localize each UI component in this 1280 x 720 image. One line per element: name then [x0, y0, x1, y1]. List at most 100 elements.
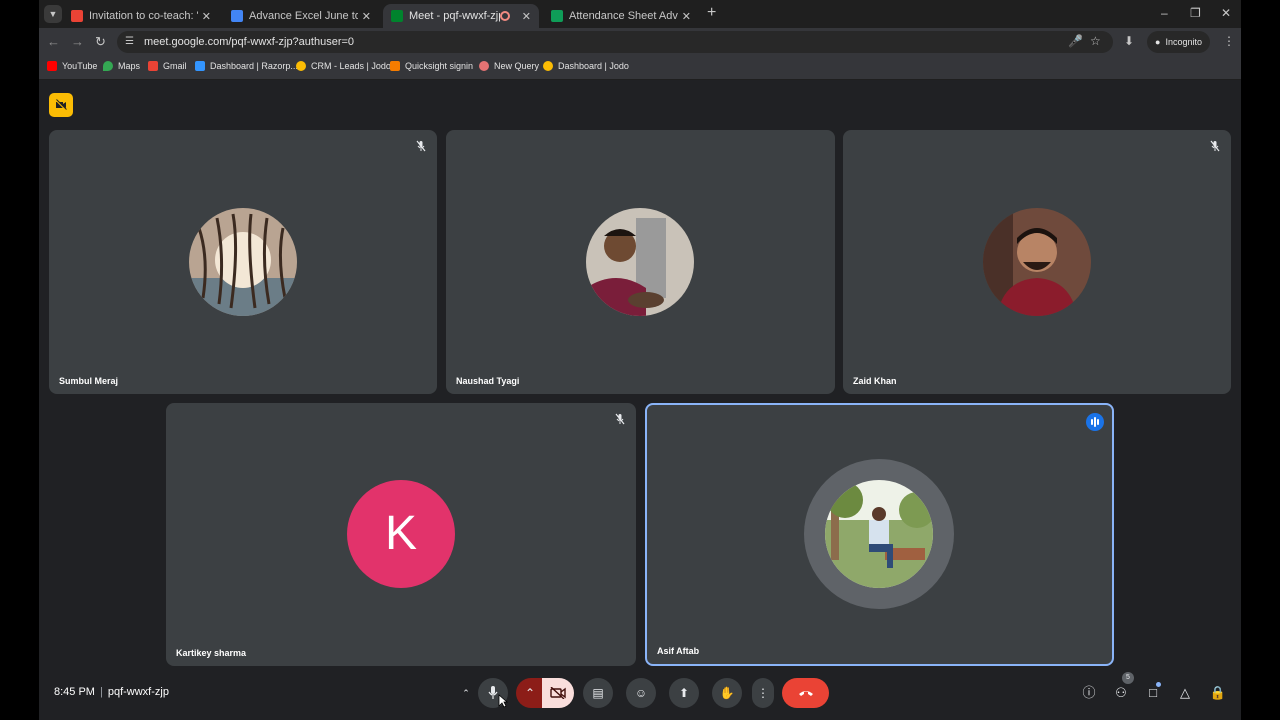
jodo-icon: [296, 61, 306, 71]
tab-invitation[interactable]: Invitation to co-teach: "Advance ✕: [63, 4, 219, 28]
bookmark-youtube[interactable]: YouTube: [47, 61, 97, 71]
window-close-icon[interactable]: ✕: [1221, 6, 1231, 20]
camera-off-icon: [550, 686, 566, 700]
url-text[interactable]: meet.google.com/pqf-wwxf-zjp?authuser=0: [144, 36, 354, 48]
mic-off-icon: [416, 140, 426, 152]
participant-tile[interactable]: Naushad Tyagi: [446, 130, 835, 394]
bookmark-dashboard-jodo[interactable]: Dashboard | Jodo: [543, 61, 629, 71]
video-options-chevron-icon[interactable]: ⌃: [516, 678, 544, 708]
close-icon[interactable]: ✕: [202, 10, 211, 23]
classroom-icon: [231, 10, 243, 22]
host-controls-icon: 🔒: [1209, 685, 1227, 700]
gmail-icon: [71, 10, 83, 22]
more-icon: ⋮: [757, 686, 769, 700]
participant-name: Naushad Tyagi: [456, 376, 520, 386]
gmail-icon: [148, 61, 158, 71]
incognito-label: Incognito: [1165, 37, 1202, 47]
tab-title: Meet - pqf-wwxf-zjp: [409, 10, 500, 22]
reactions-button[interactable]: ☺: [626, 678, 656, 708]
meeting-info: 8:45 PM | pqf-wwxf-zjp: [54, 686, 169, 698]
more-options-button[interactable]: ⋮: [752, 678, 774, 708]
new-tab-button[interactable]: +: [707, 5, 716, 21]
menu-icon[interactable]: ⋮: [1223, 34, 1235, 48]
tab-title: Attendance Sheet Advanced Ex: [569, 10, 678, 22]
bookmarks-bar: YouTube Maps Gmail Dashboard | Razorp...…: [39, 56, 1241, 80]
reload-icon[interactable]: ↻: [95, 34, 106, 50]
participant-tile[interactable]: K Kartikey sharma: [166, 403, 636, 666]
restore-icon[interactable]: ❐: [1190, 6, 1201, 20]
speaking-indicator-icon: [1086, 413, 1104, 431]
chat-icon: □: [1149, 685, 1157, 700]
youtube-icon: [47, 61, 57, 71]
participant-tile[interactable]: Zaid Khan: [843, 130, 1231, 394]
info-icon: ⓘ: [1082, 685, 1096, 700]
clock-time: 8:45 PM: [54, 686, 95, 698]
people-button[interactable]: ⚇: [1112, 684, 1130, 702]
tab-title: Advance Excel June to August 2: [249, 10, 358, 22]
participant-name: Zaid Khan: [853, 376, 897, 386]
audio-options-chevron-icon[interactable]: ⌃: [455, 682, 477, 704]
bookmark-quicksight[interactable]: Quicksight signin: [390, 61, 473, 71]
participant-name: Kartikey sharma: [176, 648, 247, 658]
separator: |: [99, 686, 103, 698]
participant-tile[interactable]: Sumbul Meraj: [49, 130, 437, 394]
avatar-letter: K: [347, 480, 455, 588]
participant-name: Sumbul Meraj: [59, 376, 119, 386]
captions-button[interactable]: ▤: [583, 678, 613, 708]
bookmark-crm[interactable]: CRM - Leads | Jodo: [296, 61, 391, 71]
bookmark-maps[interactable]: Maps: [103, 61, 140, 71]
close-icon[interactable]: ✕: [362, 10, 371, 23]
tab-attendance-sheet[interactable]: Attendance Sheet Advanced Ex ✕: [543, 4, 699, 28]
present-icon: ⬆: [678, 686, 690, 700]
mic-off-icon: [1210, 140, 1220, 152]
participant-tile-speaking[interactable]: Asif Aftab: [645, 403, 1114, 666]
raise-hand-button[interactable]: ✋: [712, 678, 742, 708]
leave-call-button[interactable]: [782, 678, 829, 708]
captions-icon: ▤: [592, 686, 604, 700]
bookmark-new-query[interactable]: New Query: [479, 61, 539, 71]
sheets-icon: [551, 10, 563, 22]
end-call-icon: [798, 691, 813, 696]
voice-search-icon[interactable]: 🎤: [1068, 34, 1083, 48]
chat-notification-dot: [1156, 682, 1161, 687]
tab-title: Invitation to co-teach: "Advance: [89, 10, 198, 22]
close-icon[interactable]: ✕: [522, 10, 531, 23]
close-icon[interactable]: ✕: [682, 10, 691, 23]
forward-icon[interactable]: →: [71, 34, 84, 49]
cursor-icon: [498, 694, 508, 708]
host-controls-button[interactable]: 🔒: [1209, 684, 1227, 702]
participant-name: Asif Aftab: [657, 646, 700, 656]
tab-meet[interactable]: Meet - pqf-wwxf-zjp ✕: [383, 4, 539, 28]
site-info-icon[interactable]: ☰: [125, 36, 134, 47]
razorpay-icon: [195, 61, 205, 71]
camera-off-icon: [55, 99, 67, 111]
bookmark-star-icon[interactable]: ☆: [1090, 34, 1101, 48]
browser-toolbar: ← → ↻ ☰ meet.google.com/pqf-wwxf-zjp?aut…: [39, 28, 1241, 56]
meeting-code: pqf-wwxf-zjp: [107, 686, 169, 698]
query-icon: [479, 61, 489, 71]
activities-button[interactable]: △: [1176, 684, 1194, 702]
jodo-icon: [543, 61, 553, 71]
present-button[interactable]: ⬆: [669, 678, 699, 708]
camera-off-badge[interactable]: [49, 93, 73, 117]
bookmark-razorpay[interactable]: Dashboard | Razorp...: [195, 61, 298, 71]
tab-advance-excel[interactable]: Advance Excel June to August 2 ✕: [223, 4, 379, 28]
raise-hand-icon: ✋: [719, 686, 735, 700]
tab-strip: ▼ Invitation to co-teach: "Advance ✕ Adv…: [39, 0, 1241, 28]
incognito-badge[interactable]: ● Incognito: [1147, 31, 1210, 53]
mic-off-icon: [615, 413, 625, 425]
bookmark-gmail[interactable]: Gmail: [148, 61, 187, 71]
people-count-badge: 5: [1122, 672, 1134, 684]
back-icon[interactable]: ←: [47, 34, 60, 49]
maps-icon: [103, 61, 113, 71]
activities-icon: △: [1180, 685, 1190, 700]
people-icon: ⚇: [1115, 685, 1127, 700]
recording-icon: [499, 11, 510, 21]
address-bar[interactable]: ☰ meet.google.com/pqf-wwxf-zjp?authuser=…: [117, 31, 1113, 53]
minimize-icon[interactable]: –: [1161, 6, 1168, 20]
meeting-details-button[interactable]: ⓘ: [1080, 684, 1098, 702]
tab-search-button[interactable]: ▼: [44, 5, 62, 23]
camera-toggle-button[interactable]: [542, 678, 574, 708]
avatar: [825, 480, 933, 588]
download-icon[interactable]: ⬇: [1124, 34, 1134, 48]
